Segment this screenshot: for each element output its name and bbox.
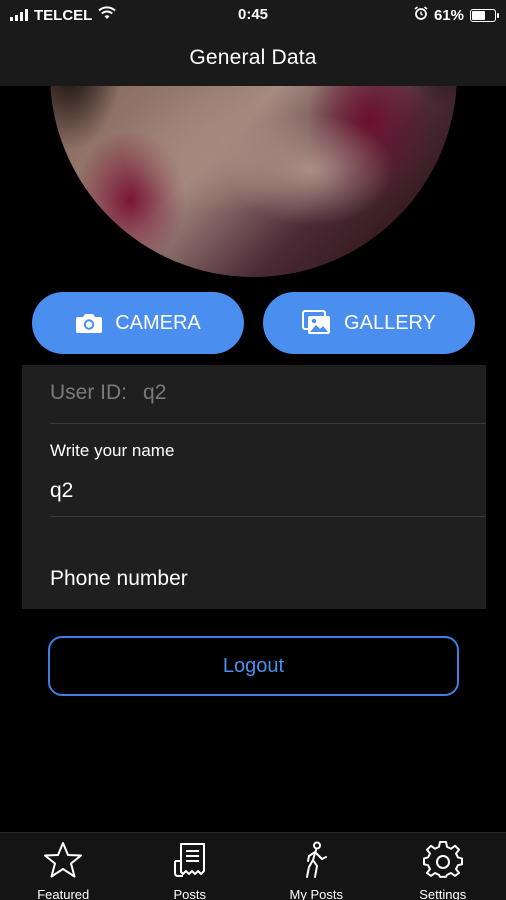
tab-label: Featured (37, 887, 90, 900)
logout-label: Logout (222, 654, 285, 677)
divider (50, 516, 486, 517)
status-bar: TELCEL 0:45 61% (0, 0, 506, 30)
battery-percent: 61% (433, 6, 464, 24)
camera-label: CAMERA (115, 311, 201, 334)
receipt-icon (170, 841, 210, 884)
tab-my-posts[interactable]: My Posts (253, 833, 380, 900)
gallery-icon (302, 310, 332, 336)
logout-button[interactable]: Logout (48, 636, 459, 696)
tab-bar: Featured Posts My Posts Settings (0, 832, 506, 900)
navigation-bar: General Data (0, 30, 506, 86)
divider (50, 423, 486, 424)
user-id-value: q2 (143, 381, 167, 404)
profile-form: User ID: q2 Write your name (22, 365, 486, 609)
camera-icon (75, 312, 103, 334)
user-id-row: User ID: q2 (50, 381, 166, 405)
tab-label: My Posts (289, 887, 343, 900)
name-field-label: Write your name (50, 441, 175, 460)
star-icon (43, 841, 83, 884)
battery-icon (470, 8, 499, 22)
tab-posts[interactable]: Posts (127, 833, 254, 900)
camera-button[interactable]: CAMERA (32, 292, 244, 354)
phone-number-input[interactable] (50, 567, 470, 591)
tab-label: Settings (419, 887, 467, 900)
tab-featured[interactable]: Featured (0, 833, 127, 900)
gallery-label: GALLERY (344, 311, 436, 334)
gear-icon (422, 840, 463, 884)
user-id-label: User ID: (50, 381, 128, 404)
tab-label: Posts (173, 887, 206, 900)
page-title: General Data (189, 46, 317, 69)
alarm-icon (414, 6, 428, 24)
gallery-button[interactable]: GALLERY (263, 292, 475, 354)
tab-settings[interactable]: Settings (380, 833, 506, 900)
walking-person-icon (296, 841, 336, 884)
name-input[interactable] (50, 479, 470, 503)
